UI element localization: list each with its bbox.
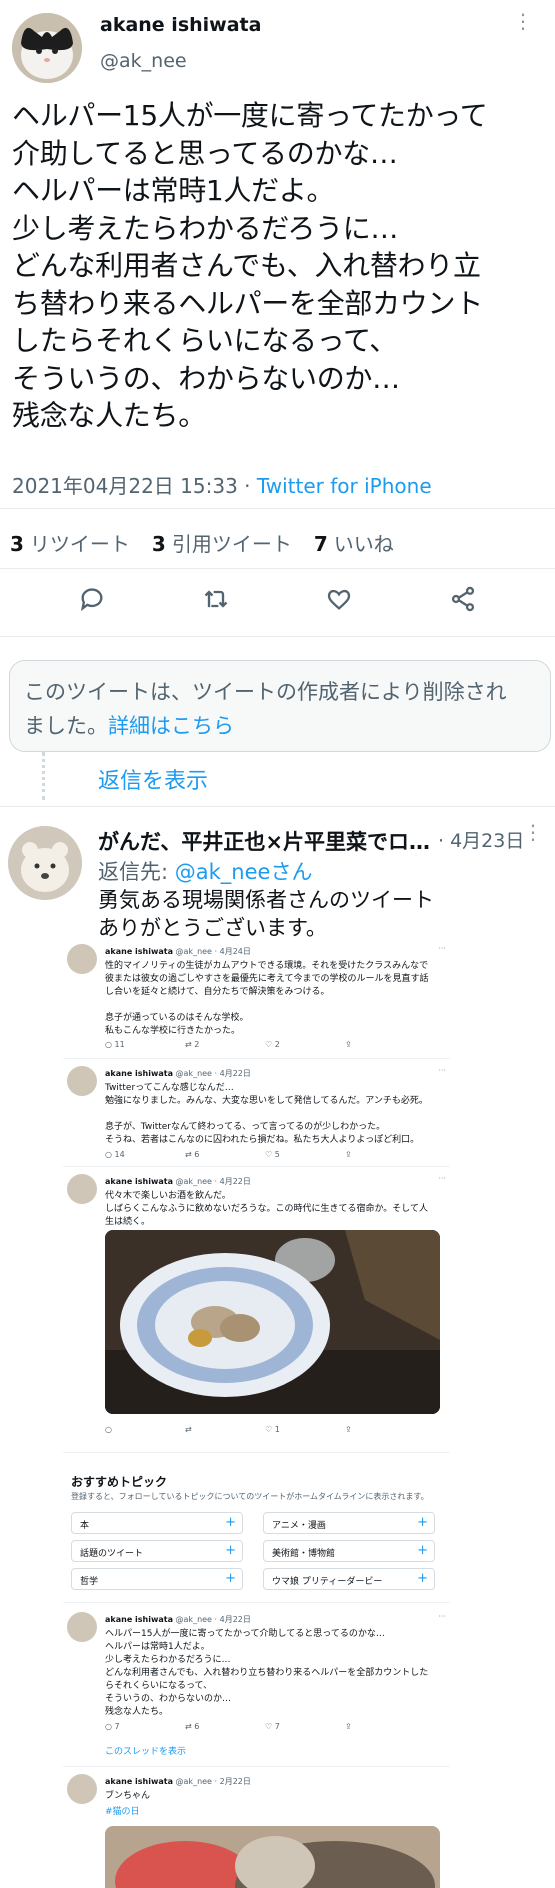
like-icon[interactable] xyxy=(325,585,353,617)
tweet-stats: 3 リツイート 3 引用ツイート 7 いいね xyxy=(10,528,394,557)
topic-chip: ウマ娘 プリティーダービー + xyxy=(263,1568,435,1590)
reply-text: 勇気ある現場関係者さんのツイート ありがとうございます。 xyxy=(98,888,434,940)
retweet-icon: ⇄ xyxy=(185,1425,192,1434)
more-icon: ··· xyxy=(438,1612,446,1621)
deleted-tweet-notice: このツイートは、ツイートの作成者により削除され ました。詳細はこちら xyxy=(9,660,551,752)
like-icon: ♡ 7 xyxy=(265,1722,280,1731)
share-icon: ⇪ xyxy=(345,1040,352,1049)
retweet-icon[interactable] xyxy=(202,585,230,617)
more-icon: ··· xyxy=(438,1174,446,1183)
author-handle[interactable]: @ak_nee xyxy=(100,50,187,72)
tweet-body: ヘルパー15人が一度に寄ってたかって 介助してると思ってるのかな… ヘルパーは常… xyxy=(12,99,488,432)
divider xyxy=(0,568,555,569)
topic-chip: 哲学 + xyxy=(71,1568,243,1590)
reply-icon: ○ 7 xyxy=(105,1722,120,1731)
reply-more-icon[interactable]: ⋮ xyxy=(523,822,543,842)
like-icon: ♡ 5 xyxy=(265,1150,280,1159)
reply-icon: ○ xyxy=(105,1425,112,1434)
meta-separator: · xyxy=(244,474,251,498)
share-icon: ⇪ xyxy=(345,1425,352,1434)
reply-icon: ○ 14 xyxy=(105,1150,125,1159)
retweet-icon: ⇄ 6 xyxy=(185,1150,200,1159)
like-icon: ♡ 2 xyxy=(265,1040,280,1049)
reply-to-handle[interactable]: @ak_neeさん xyxy=(175,860,313,884)
topic-chip: 話題のツイート + xyxy=(71,1540,243,1562)
more-options-icon[interactable]: ⋮ xyxy=(513,11,533,31)
reply-date[interactable]: · 4月23日 xyxy=(438,826,524,853)
tweet-actions xyxy=(0,585,555,617)
share-icon: ⇪ xyxy=(345,1722,352,1731)
reply-icon[interactable] xyxy=(78,585,106,617)
divider xyxy=(0,806,555,807)
hashtag: #猫の日 xyxy=(105,1807,140,1817)
like-icon: ♡ 1 xyxy=(265,1425,280,1434)
more-icon: ··· xyxy=(438,1066,446,1075)
retweets-stat[interactable]: 3 リツイート xyxy=(10,528,130,557)
retweet-icon: ⇄ 6 xyxy=(185,1722,200,1731)
thread-connector xyxy=(42,752,45,800)
embedded-avatar xyxy=(67,1174,97,1204)
attached-screenshot[interactable]: akane ishiwata @ak_nee · 4月24日 ··· 性的マイノ… xyxy=(63,940,450,1888)
topics-subtitle: 登録すると、フォローしているトピックについてのツイートがホームタイムラインに表示… xyxy=(71,1492,429,1501)
author-avatar[interactable] xyxy=(12,13,82,83)
share-icon: ⇪ xyxy=(345,1150,352,1159)
tweet-source[interactable]: Twitter for iPhone xyxy=(257,474,432,498)
thread-link: このスレッドを表示 xyxy=(105,1747,187,1757)
reply-to-line: 返信先: @ak_neeさん xyxy=(98,860,313,884)
cat-photo xyxy=(105,1826,440,1888)
divider xyxy=(0,508,555,509)
reply-author-name[interactable]: がんだ、平井正也×片平里菜でロ… xyxy=(98,826,430,856)
show-replies-link[interactable]: 返信を表示 xyxy=(98,763,208,795)
details-link[interactable]: 詳細はこちら xyxy=(108,714,234,738)
embedded-avatar xyxy=(67,1774,97,1804)
tweet-meta: 2021年04月22日 15:33 · Twitter for iPhone xyxy=(12,470,432,499)
tweet-timestamp[interactable]: 2021年04月22日 15:33 xyxy=(12,474,238,498)
share-icon[interactable] xyxy=(449,585,477,617)
divider xyxy=(0,636,555,637)
embedded-avatar xyxy=(67,944,97,974)
topics-title: おすすめトピック xyxy=(71,1475,168,1489)
more-icon: ··· xyxy=(438,944,446,953)
author-name[interactable]: akane ishiwata xyxy=(100,14,261,36)
topic-chip: 本 + xyxy=(71,1512,243,1534)
likes-stat[interactable]: 7 いいね xyxy=(314,528,394,557)
embedded-avatar xyxy=(67,1066,97,1096)
retweet-icon: ⇄ 2 xyxy=(185,1040,200,1049)
food-photo xyxy=(105,1230,440,1414)
deleted-notice-text: このツイートは、ツイートの作成者により削除され ました。 xyxy=(24,680,507,738)
topic-chip: 美術館・博物館 + xyxy=(263,1540,435,1562)
topic-chip: アニメ・漫画 + xyxy=(263,1512,435,1534)
embedded-avatar xyxy=(67,1612,97,1642)
reply-avatar[interactable] xyxy=(8,826,82,900)
quotes-stat[interactable]: 3 引用ツイート xyxy=(152,528,292,557)
reply-icon: ○ 11 xyxy=(105,1040,125,1049)
